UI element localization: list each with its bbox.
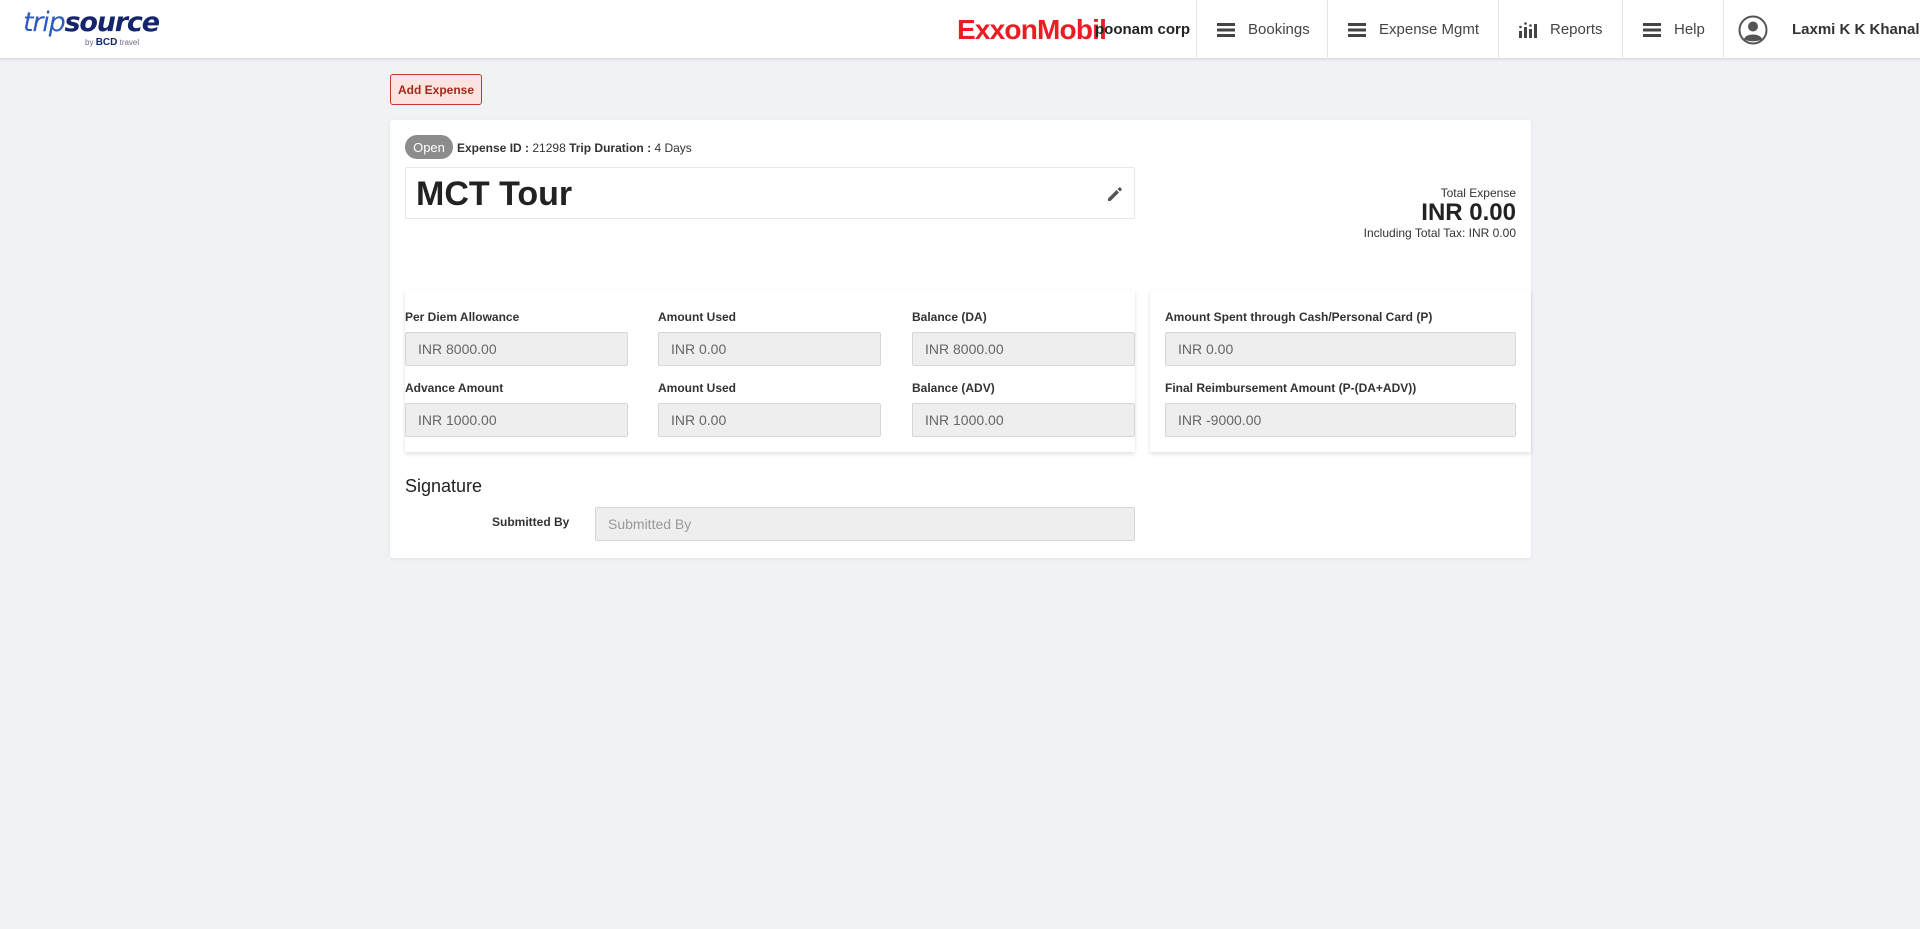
expense-title-box: MCT Tour bbox=[405, 167, 1135, 219]
logo-wordmark: tripsource bbox=[23, 7, 160, 39]
advance-amount-label: Advance Amount bbox=[405, 381, 504, 395]
balance-da-field[interactable] bbox=[912, 332, 1135, 366]
expense-id-label: Expense ID : bbox=[457, 141, 530, 155]
menu-icon bbox=[1643, 22, 1661, 37]
trip-duration-label: Trip Duration : bbox=[569, 141, 652, 155]
reimbursement-panel: Amount Spent through Cash/Personal Card … bbox=[1150, 290, 1531, 452]
menu-icon bbox=[1217, 22, 1235, 37]
logo-text-trip: trip bbox=[23, 7, 66, 38]
logo-sub-bcd: BCD bbox=[95, 37, 118, 48]
amount-spent-personal-label: Amount Spent through Cash/Personal Card … bbox=[1165, 310, 1433, 324]
balance-adv-field[interactable] bbox=[912, 403, 1135, 437]
corporate-name: poonam corp bbox=[1095, 21, 1191, 38]
nav-bookings[interactable]: Bookings bbox=[1196, 0, 1327, 59]
logo-sub-by: by bbox=[85, 38, 94, 47]
adv-amount-used-field[interactable] bbox=[658, 403, 881, 437]
expense-id-value: 21298 bbox=[532, 141, 566, 155]
submitted-by-field[interactable] bbox=[595, 507, 1135, 541]
trip-duration-value: 4 Days bbox=[654, 141, 692, 155]
logo-subtitle: by BCD travel bbox=[85, 37, 139, 48]
bar-chart-icon bbox=[1519, 21, 1537, 38]
logo-sub-travel: travel bbox=[119, 38, 140, 47]
logo-text-source: source bbox=[64, 7, 160, 38]
total-expense-label: Total Expense bbox=[1440, 186, 1516, 200]
client-brand-logo: ExxonMobil bbox=[957, 14, 1107, 45]
nav-reports[interactable]: Reports bbox=[1498, 0, 1622, 59]
expense-title: MCT Tour bbox=[416, 175, 573, 213]
adv-amount-used-label: Amount Used bbox=[658, 381, 736, 395]
add-expense-button[interactable]: Add Expense bbox=[390, 74, 482, 105]
nav-help[interactable]: Help bbox=[1622, 0, 1723, 59]
edit-pencil-icon[interactable] bbox=[1106, 185, 1124, 203]
signature-heading: Signature bbox=[405, 476, 483, 496]
top-header: tripsource by BCD travel ExxonMobil poon… bbox=[0, 0, 1920, 59]
da-amount-used-field[interactable] bbox=[658, 332, 881, 366]
total-tax-text: Including Total Tax: INR 0.00 bbox=[1363, 226, 1516, 240]
menu-icon bbox=[1348, 22, 1366, 37]
nav-bookings-label: Bookings bbox=[1248, 21, 1310, 38]
allowance-panel: Per Diem Allowance Amount Used Balance (… bbox=[405, 290, 1135, 452]
total-expense-value: INR 0.00 bbox=[1421, 199, 1516, 226]
final-reimbursement-label: Final Reimbursement Amount (P-(DA+ADV)) bbox=[1165, 381, 1417, 395]
balance-adv-label: Balance (ADV) bbox=[912, 381, 995, 395]
final-reimbursement-field[interactable] bbox=[1165, 403, 1516, 437]
amount-spent-personal-field[interactable] bbox=[1165, 332, 1516, 366]
status-badge: Open bbox=[405, 135, 453, 159]
expense-card: Open Expense ID : 21298 Trip Duration : … bbox=[390, 120, 1531, 558]
user-name: Laxmi K K Khanal bbox=[1792, 21, 1920, 38]
nav-expense-mgmt[interactable]: Expense Mgmt bbox=[1327, 0, 1498, 59]
tripsource-logo[interactable]: tripsource by BCD travel bbox=[23, 7, 163, 53]
per-diem-label: Per Diem Allowance bbox=[405, 310, 520, 324]
per-diem-field[interactable] bbox=[405, 332, 628, 366]
expense-meta: Expense ID : 21298 Trip Duration : 4 Day… bbox=[457, 141, 692, 155]
nav-help-label: Help bbox=[1674, 21, 1705, 38]
nav-reports-label: Reports bbox=[1550, 21, 1603, 38]
user-avatar-icon bbox=[1738, 15, 1768, 44]
submitted-by-label: Submitted By bbox=[492, 515, 570, 529]
da-amount-used-label: Amount Used bbox=[658, 310, 736, 324]
user-menu[interactable]: Laxmi K K Khanal bbox=[1723, 0, 1920, 59]
nav-expense-mgmt-label: Expense Mgmt bbox=[1379, 21, 1480, 38]
balance-da-label: Balance (DA) bbox=[912, 310, 987, 324]
advance-amount-field[interactable] bbox=[405, 403, 628, 437]
